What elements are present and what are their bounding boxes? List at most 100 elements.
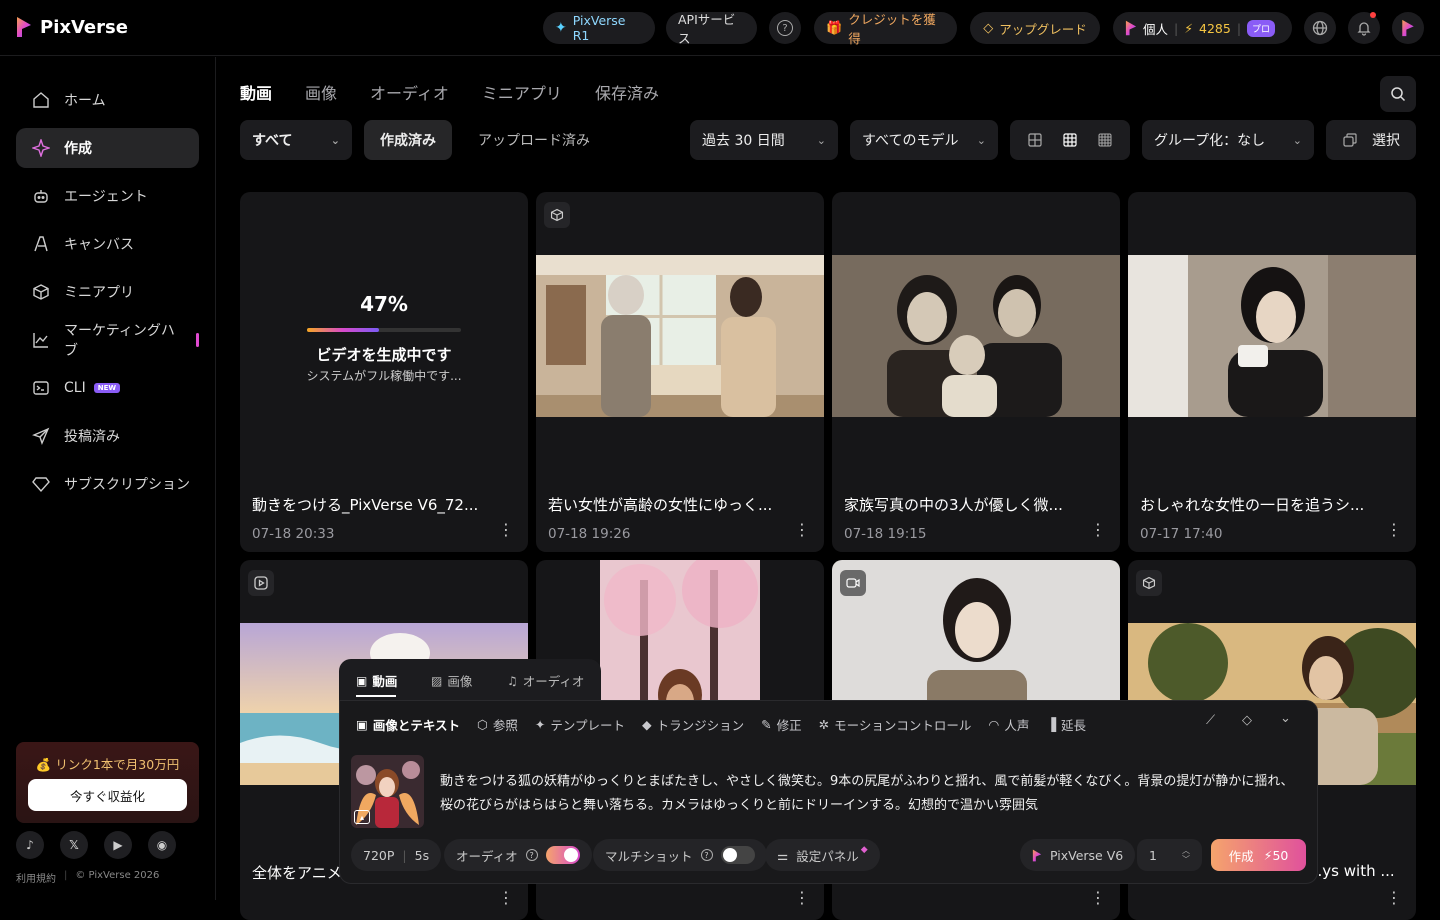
r1-label: PixVerse R1 [572, 13, 626, 43]
credit-count: 4285 [1199, 20, 1231, 36]
diamond-badge-icon: ◆ [860, 845, 868, 855]
help-button[interactable]: ? [769, 12, 801, 44]
search-button[interactable] [1380, 76, 1416, 112]
sidebar-item-marketing-hub[interactable]: マーケティングハブ [16, 320, 199, 360]
tab-video[interactable]: 動画 [240, 80, 272, 104]
pixverse-r1-button[interactable]: ✦ PixVerse R1 [543, 12, 655, 44]
mode-extend[interactable]: ▐ 延長 [1046, 715, 1086, 734]
sidebar-item-cli[interactable]: CLI NEW [16, 368, 199, 408]
settings-panel-button[interactable]: ⚌ 設定パネル ◆ [765, 839, 880, 871]
stepper-arrows-icon[interactable]: ︿ ﹀ [1182, 846, 1190, 864]
generating-subtext: システムがフル稼働中です... [306, 369, 462, 383]
panel-tab-audio[interactable]: ♫ オーディオ [507, 671, 584, 690]
sidebar-item-create[interactable]: 作成 [16, 128, 199, 168]
mode-motion-control[interactable]: ✲ モーションコントロール [819, 715, 972, 734]
prompt-textarea[interactable]: 動きをつける狐の妖精がゆっくりとまばたきし、やさしく微笑む。9本の尻尾がふわりと… [440, 770, 1306, 818]
mode-transition[interactable]: ◆ トランジション [642, 715, 744, 734]
more-menu-icon[interactable]: ⋮ [498, 890, 514, 906]
api-service-button[interactable]: APIサービス [666, 12, 757, 46]
sidebar-item-posted[interactable]: 投稿済み [16, 416, 199, 456]
period-dropdown[interactable]: 過去 30 日間 ⌄ [690, 120, 838, 160]
discord-icon[interactable]: ◉ [148, 831, 176, 859]
sidebar-item-label: サブスクリプション [64, 477, 190, 493]
chevron-down-icon: ⌄ [330, 133, 340, 147]
panel-tab-video[interactable]: ▣ 動画 [356, 671, 397, 690]
more-menu-icon[interactable]: ⋮ [1386, 890, 1402, 906]
mode-voice[interactable]: ◠ 人声 [988, 715, 1029, 734]
sidebar-item-mini-apps[interactable]: ミニアプリ [16, 272, 199, 312]
magic-wand-icon[interactable]: ⟋ [1206, 713, 1215, 728]
more-menu-icon[interactable]: ⋮ [1090, 890, 1106, 906]
audio-toggle[interactable] [545, 846, 580, 864]
sidebar-item-home[interactable]: ホーム [16, 80, 199, 120]
upgrade-button[interactable]: ◇ アップグレード [970, 12, 1100, 44]
sidebar-item-canvas[interactable]: キャンバス [16, 224, 199, 264]
tab-saved[interactable]: 保存済み [595, 80, 659, 104]
video-card-generating[interactable]: 47% ビデオを生成中です システムがフル稼働中です... 動きをつける_Pix… [240, 192, 528, 552]
more-menu-icon[interactable]: ⋮ [498, 522, 514, 538]
grid-4-icon[interactable] [1097, 132, 1113, 148]
video-card[interactable]: おしゃれな女性の一日を追うシ... 07-17 17:40 ⋮ [1128, 192, 1416, 552]
reference-image[interactable]: ▴ [351, 755, 424, 828]
more-menu-icon[interactable]: ⋮ [794, 522, 810, 538]
youtube-icon[interactable]: ▶ [104, 831, 132, 859]
video-card[interactable]: 家族写真の中の3人が優しく微... 07-18 19:15 ⋮ [832, 192, 1120, 552]
sidebar-item-subscription[interactable]: サブスクリプション [16, 464, 199, 504]
resolution-duration-chip[interactable]: 720P | 5s [351, 839, 442, 871]
panel-tab-image[interactable]: ▨ 画像 [431, 671, 472, 690]
mode-label: 修正 [776, 718, 802, 733]
tab-audio[interactable]: オーディオ [370, 80, 449, 104]
collapse-chevron-icon[interactable]: ⌄ [1280, 711, 1291, 726]
create-button[interactable]: 作成 ⚡50 [1211, 839, 1306, 871]
image-badge-icon: ▴ [354, 810, 370, 824]
video-card[interactable]: 若い女性が高齢の女性にゆっく... 07-18 19:26 ⋮ [536, 192, 824, 552]
monetize-button[interactable]: 今すぐ収益化 [28, 779, 187, 811]
mode-image-text[interactable]: ▣ 画像とテキスト [356, 715, 460, 734]
terms-link[interactable]: 利用規約 [16, 870, 56, 885]
video-thumbnail [1128, 255, 1416, 417]
audio-toggle-chip[interactable]: オーディオ ? [444, 839, 592, 871]
multishot-toggle[interactable] [720, 846, 755, 864]
notification-dot [1370, 12, 1376, 18]
group-by-dropdown[interactable]: グループ化：なし ⌄ [1142, 120, 1314, 160]
model-selector[interactable]: PixVerse V6 [1020, 839, 1136, 871]
eraser-icon[interactable]: ◇ [1242, 713, 1252, 728]
avatar[interactable] [1392, 12, 1424, 44]
tab-mini-apps[interactable]: ミニアプリ [482, 80, 562, 104]
video-thumbnail [832, 255, 1120, 417]
created-filter[interactable]: 作成済み [364, 120, 452, 160]
sparkle-icon [32, 139, 50, 157]
more-menu-icon[interactable]: ⋮ [794, 890, 810, 906]
model-value: PixVerse V6 [1050, 847, 1124, 863]
sidebar-item-agent[interactable]: エージェント [16, 176, 199, 216]
model-dropdown[interactable]: すべてのモデル ⌄ [850, 120, 998, 160]
type-dropdown[interactable]: すべて ⌄ [240, 120, 352, 160]
mode-template[interactable]: ✦ テンプレート [535, 715, 625, 734]
play-icon [248, 570, 274, 596]
top-bar: PixVerse ✦ PixVerse R1 APIサービス ? 🎁 クレジット… [0, 0, 1440, 56]
select-button[interactable]: 選択 [1326, 120, 1416, 160]
duration-value: 5s [414, 847, 430, 863]
tiktok-icon[interactable]: ♪ [16, 831, 44, 859]
logo[interactable]: PixVerse [16, 16, 128, 38]
language-button[interactable] [1304, 12, 1336, 44]
grid-3-icon[interactable] [1062, 132, 1078, 148]
mode-modify[interactable]: ✎ 修正 [761, 715, 802, 734]
x-icon[interactable]: 𝕏 [60, 831, 88, 859]
multishot-toggle-chip[interactable]: マルチショット ? [593, 839, 767, 871]
modify-icon: ✎ [761, 717, 772, 732]
tab-image[interactable]: 画像 [305, 80, 337, 104]
grid-2-icon[interactable] [1027, 132, 1043, 148]
notifications-button[interactable] [1348, 12, 1380, 44]
divider: | [1174, 20, 1179, 36]
earn-credits-button[interactable]: 🎁 クレジットを獲得 [814, 12, 957, 46]
card-title: おしゃれな女性の一日を追うシ... [1140, 496, 1365, 514]
uploaded-filter[interactable]: アップロード済み [464, 120, 604, 160]
more-menu-icon[interactable]: ⋮ [1386, 522, 1402, 538]
account-type: 個人 [1143, 21, 1169, 37]
mode-reference[interactable]: ⬡ 参照 [477, 715, 518, 734]
account-credits-button[interactable]: 個人 | ⚡ 4285 | プロ [1113, 12, 1292, 44]
panel-tab-label: 動画 [372, 674, 398, 689]
count-stepper[interactable]: 1 ︿ ﹀ [1137, 839, 1202, 871]
more-menu-icon[interactable]: ⋮ [1090, 522, 1106, 538]
